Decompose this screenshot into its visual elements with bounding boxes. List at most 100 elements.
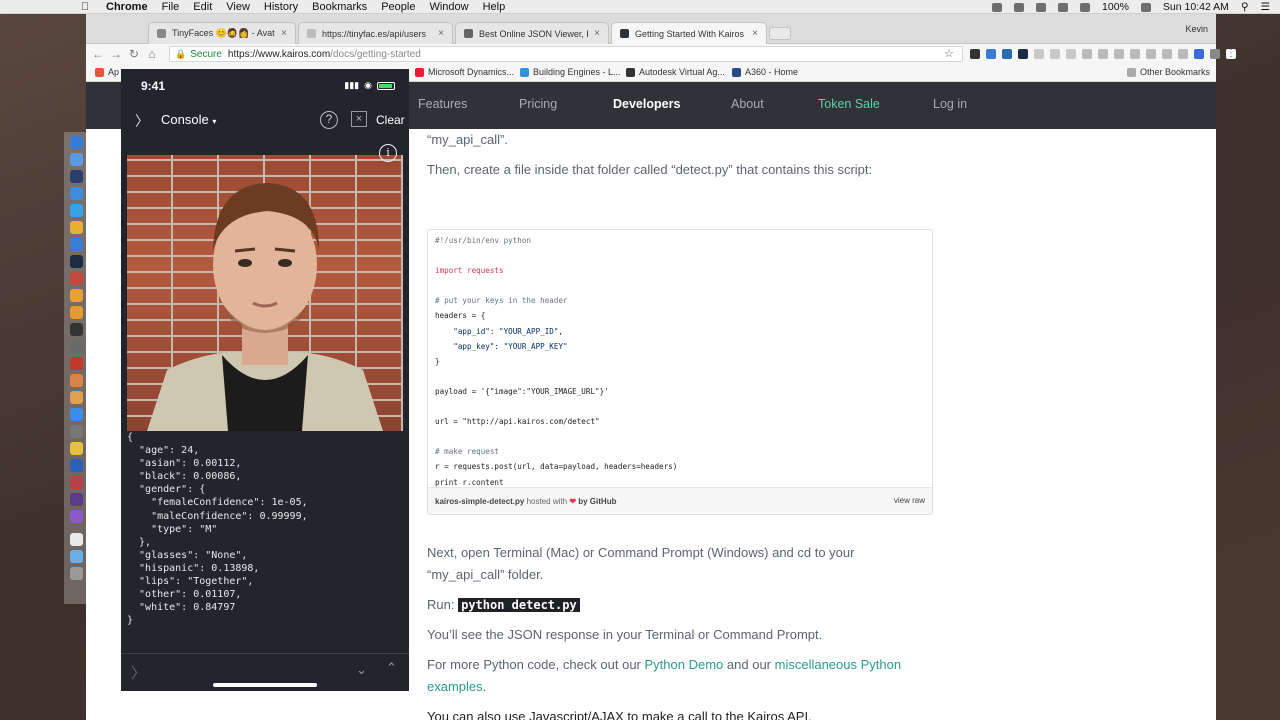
launchpad-icon[interactable] [69,153,83,166]
terminal-icon[interactable] [69,255,83,268]
extension-icon[interactable] [1162,49,1172,59]
bookmark-a360[interactable]: A360 - Home [732,67,798,77]
examples-link[interactable]: examples [427,679,483,694]
trash-icon[interactable] [69,567,83,580]
notification-center-icon[interactable]: ☰ [1261,1,1270,13]
chevron-right-icon[interactable]: 〉 [135,111,149,131]
address-bar[interactable]: 🔒 Secure https://www.kairos.com /docs/ge… [169,46,963,62]
bookmark-star-icon[interactable]: ☆ [944,47,954,60]
app-f-icon[interactable] [69,442,83,455]
tab-json-viewer[interactable]: Best Online JSON Viewer, Bea × [455,22,609,44]
menu-people[interactable]: People [381,1,415,13]
volume-icon[interactable] [1080,2,1091,12]
python-demo-link[interactable]: Python Demo [645,657,724,672]
profile-name[interactable]: Kevin [1185,24,1208,34]
sketch-icon[interactable] [69,289,83,302]
tab-kairos-getting-started[interactable]: Getting Started With Kairos Fa × [611,22,767,44]
itunes-icon[interactable] [69,408,83,421]
nav-token-sale[interactable]: Token Sale [818,97,880,111]
bookmark-autodesk[interactable]: Autodesk Virtual Ag... [626,67,725,77]
app-red-icon[interactable] [69,272,83,285]
bookmark-microsoft-dynamics[interactable]: Microsoft Dynamics... [415,67,514,77]
tab-tinyfaces-api[interactable]: https://tinyfac.es/api/users × [298,22,453,44]
extension-icon[interactable] [1066,49,1076,59]
back-icon[interactable]: ← [89,47,107,61]
gist-filename-link[interactable]: kairos-simple-detect.py hosted with ❤ by… [435,497,616,506]
extension-icon[interactable] [1098,49,1108,59]
filezilla-icon[interactable] [69,357,83,370]
home-indicator[interactable] [213,683,317,687]
nav-log-in[interactable]: Log in [933,97,967,111]
reload-icon[interactable]: ↻ [125,47,143,61]
nav-about[interactable]: About [731,97,764,111]
close-tab-icon[interactable]: × [594,28,600,39]
safari-icon[interactable] [69,204,83,217]
spotlight-search-icon[interactable]: ⚲ [1241,1,1249,13]
menu-help[interactable]: Help [483,1,506,13]
close-tab-icon[interactable]: × [752,28,758,39]
bluetooth-icon[interactable] [1036,2,1047,12]
info-icon[interactable]: i [379,144,397,162]
extension-icon[interactable] [1002,49,1012,59]
dropbox-icon[interactable] [1014,2,1025,12]
extension-icon[interactable] [1146,49,1156,59]
menu-window[interactable]: Window [429,1,468,13]
bookmark-other[interactable]: Other Bookmarks [1127,67,1210,77]
help-icon[interactable]: ? [320,111,338,129]
close-tab-icon[interactable]: × [281,28,287,39]
extension-icon[interactable] [1194,49,1204,59]
menu-dots-icon[interactable]: ⋮ [1226,49,1236,59]
extension-icon[interactable] [970,49,980,59]
chevron-down-icon[interactable]: ⌄ [356,662,367,678]
view-raw-link[interactable]: view raw [894,496,925,505]
menu-history[interactable]: History [264,1,298,13]
extension-icon[interactable] [1034,49,1044,59]
app-store-icon[interactable] [69,187,83,200]
tab-tinyfaces[interactable]: TinyFaces 😊🧔👩 - Avatars × [148,22,296,44]
app-purple-icon[interactable] [69,493,83,506]
home-icon[interactable]: ⌂ [143,47,161,61]
menu-file[interactable]: File [162,1,180,13]
extension-icon[interactable] [986,49,996,59]
nav-features[interactable]: Features [418,97,467,111]
app-blue-icon[interactable] [69,459,83,472]
chrome-icon[interactable] [69,221,83,234]
xcode-icon[interactable] [69,238,83,251]
menu-app-chrome[interactable]: Chrome [106,1,148,13]
new-tab-button[interactable] [769,27,791,40]
flag-icon[interactable] [1140,2,1151,12]
code-block[interactable]: #!/usr/bin/env python import requests # … [435,233,677,490]
app-42-icon[interactable] [69,170,83,183]
menu-edit[interactable]: Edit [193,1,212,13]
menu-bookmarks[interactable]: Bookmarks [312,1,367,13]
pc-icon[interactable] [69,340,83,353]
forward-icon[interactable]: → [107,47,125,61]
document-icon[interactable] [69,533,83,546]
misc-python-link[interactable]: miscellaneous Python [775,657,901,672]
bookmark-apps[interactable]: Ap [95,67,119,77]
extension-icon[interactable] [1050,49,1060,59]
console-menu[interactable]: Console ▾ [161,112,216,127]
prompt-chevron-icon[interactable]: 〉 [131,662,146,683]
battery-percent[interactable]: 100% [1102,1,1129,13]
clear-icon[interactable]: × [351,111,367,127]
extension-icon[interactable] [1178,49,1188,59]
extension-icon[interactable] [1130,49,1140,59]
wifi-icon[interactable] [1058,2,1069,12]
extension-icon[interactable] [1082,49,1092,59]
bookmark-building-engines[interactable]: Building Engines - L... [520,67,621,77]
clear-button[interactable]: Clear [376,113,405,127]
nav-developers[interactable]: Developers [613,97,680,111]
screen-capture-icon[interactable] [992,2,1003,12]
extension-icon[interactable] [1018,49,1028,59]
nav-pricing[interactable]: Pricing [519,97,557,111]
close-tab-icon[interactable]: × [438,28,444,39]
extension-icon[interactable] [1210,49,1220,59]
preferences-icon[interactable] [69,425,83,438]
console-icon[interactable] [69,323,83,336]
finder-icon[interactable] [69,136,83,149]
app-e-icon[interactable] [69,306,83,319]
app-star-icon[interactable] [69,510,83,523]
apple-icon[interactable]:  [78,0,92,14]
extension-icon[interactable] [1114,49,1124,59]
